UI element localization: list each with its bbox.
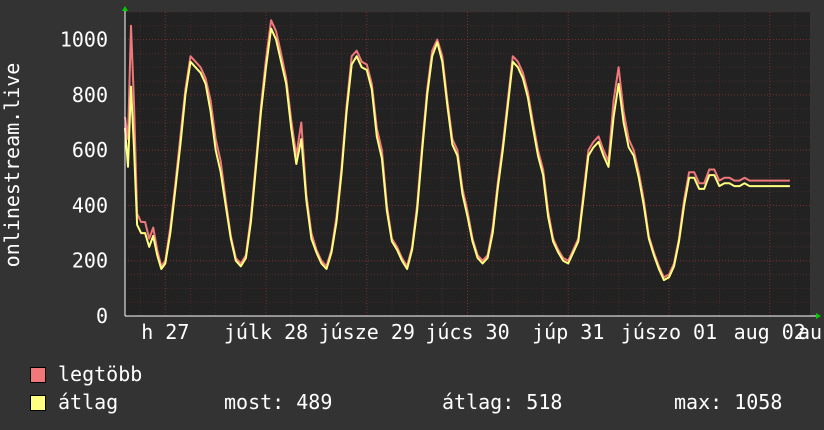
y-axis-label: onlinestream.live (0, 63, 24, 268)
legend-swatch-avg (30, 395, 46, 411)
x-axis-arrow (816, 313, 821, 319)
x-tick-label: aug 02 (734, 320, 806, 344)
y-tick-label: 200 (72, 249, 108, 273)
stat-average: átlag: 518 (442, 390, 563, 414)
y-tick-label: 400 (72, 193, 108, 217)
legend-swatch-max (30, 367, 46, 383)
x-tick-label: h 27 (141, 320, 189, 344)
legend-item-max: legtöbb (30, 362, 142, 386)
y-tick-label: 0 (96, 304, 108, 328)
legend-item-avg: átlag (30, 390, 118, 414)
legend-label-max: legtöbb (58, 362, 143, 386)
x-tick-label: júsze 29 (319, 320, 415, 344)
y-tick-label: 600 (72, 138, 108, 162)
y-tick-label: 1000 (60, 28, 108, 52)
stat-max: max: 1058 (674, 390, 783, 414)
x-tick-label: júszo 01 (621, 320, 717, 344)
x-tick-label: júlk 28 (224, 320, 308, 344)
stat-current: most: 489 (224, 390, 333, 414)
x-tick-label: júp 31 (532, 320, 604, 344)
x-tick-label: júcs 30 (425, 320, 509, 344)
y-axis-arrow (122, 6, 128, 11)
y-tick-label: 800 (72, 83, 108, 107)
legend-label-avg: átlag (58, 390, 119, 414)
x-tick-label: au (798, 320, 822, 344)
